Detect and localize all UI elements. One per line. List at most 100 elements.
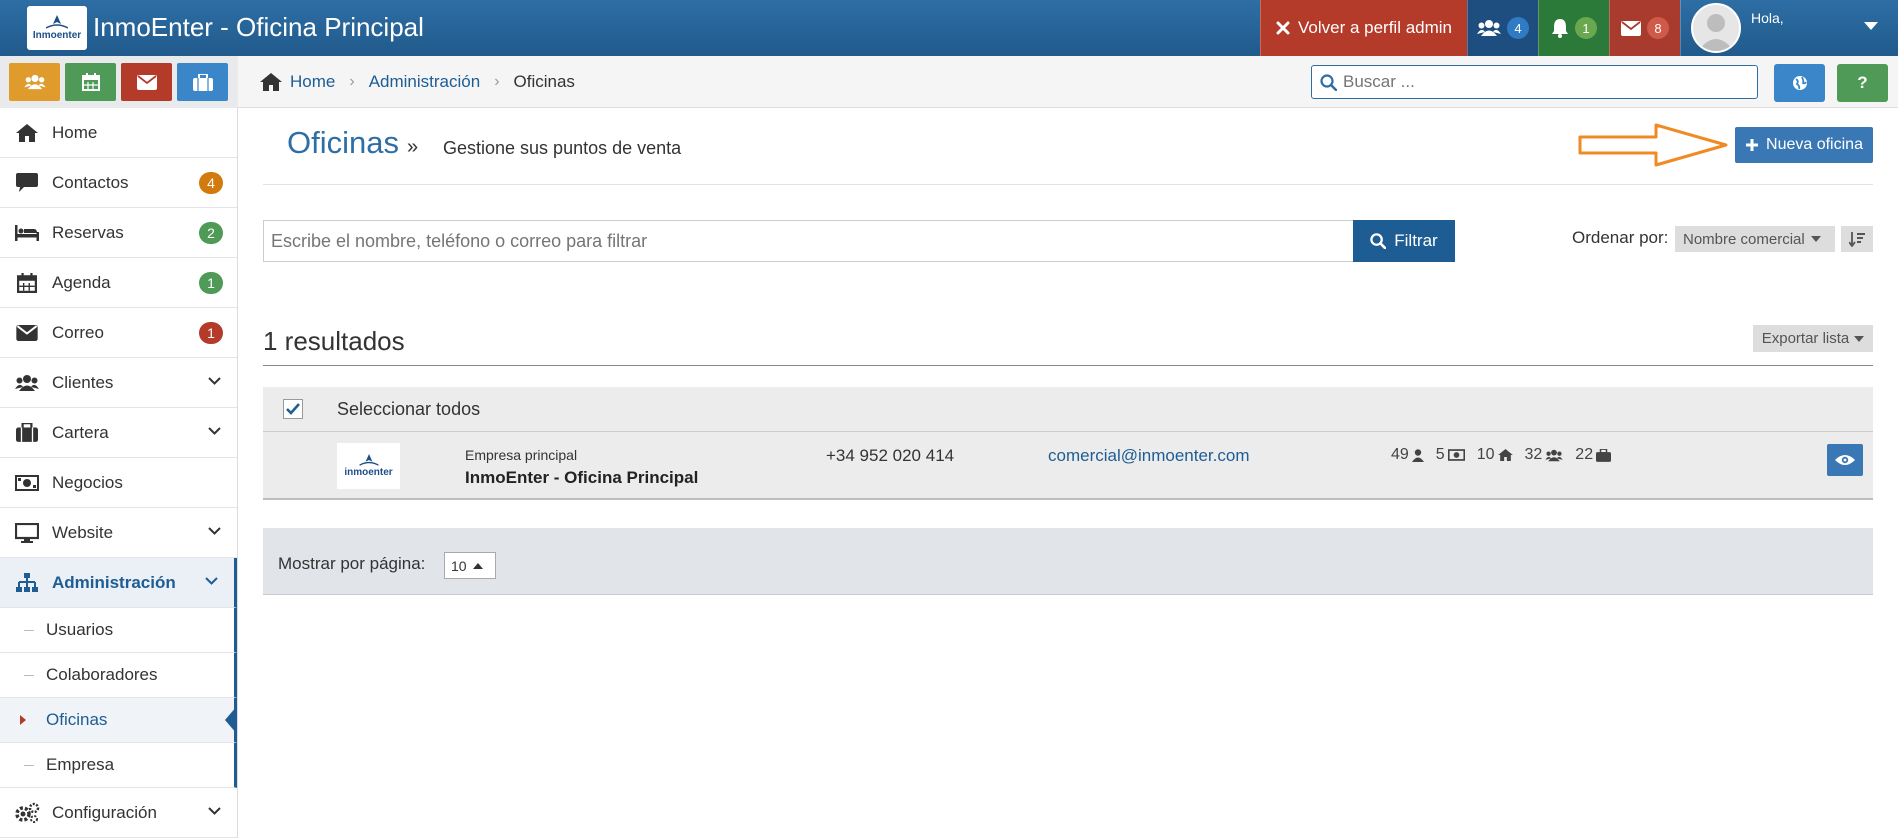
caret-down-icon <box>1854 335 1865 342</box>
briefcase-icon <box>192 73 213 91</box>
chevron-down-icon <box>208 527 221 535</box>
sidebar-item-agenda[interactable]: Agenda 1 <box>0 258 237 308</box>
quick-mail-button[interactable] <box>121 63 172 101</box>
office-logo: inmoenter <box>337 443 400 489</box>
language-button[interactable] <box>1774 64 1825 102</box>
help-button[interactable]: ? <box>1837 64 1888 102</box>
quick-portfolio-button[interactable] <box>177 63 228 101</box>
logo-mark-icon <box>358 454 379 466</box>
logo-text: Inmoenter <box>32 30 82 41</box>
breadcrumb: Home › Administración › Oficinas <box>260 72 575 92</box>
office-logo-text: inmoenter <box>344 467 393 478</box>
sidebar-item-settings[interactable]: Configuración <box>0 788 237 838</box>
back-to-admin-label: Volver a perfil admin <box>1297 18 1453 37</box>
sidebar-subitem-label: Usuarios <box>46 620 114 639</box>
stat-money: 5 <box>1436 446 1465 464</box>
title-separator: » <box>407 136 419 158</box>
stat-homes-value: 10 <box>1476 446 1495 463</box>
envelope-icon <box>136 74 157 90</box>
sitemap-icon <box>16 572 38 592</box>
stat-money-value: 5 <box>1435 446 1445 463</box>
logo-mark-icon <box>46 15 68 29</box>
top-bar: Inmoenter InmoEnter - Oficina Principal … <box>0 0 1898 56</box>
desktop-icon <box>15 522 39 543</box>
sidebar-item-home[interactable]: Home <box>0 108 237 158</box>
new-office-button[interactable]: Nueva oficina <box>1735 127 1873 163</box>
sort-amount-icon <box>1849 232 1865 247</box>
chevron-down-icon <box>208 377 221 385</box>
caret-up-icon <box>472 562 483 569</box>
breadcrumb-bar: Home › Administración › Oficinas ? <box>238 56 1898 108</box>
divider <box>263 365 1873 366</box>
users-notification-button[interactable]: 4 <box>1467 0 1538 56</box>
app-title: InmoEnter - Oficina Principal <box>93 12 424 42</box>
sidebar-item-clients[interactable]: Clientes <box>0 358 237 408</box>
caret-down-icon <box>1810 236 1821 242</box>
sidebar: Home Contactos 4 Reservas 2 Agenda 1 Cor… <box>0 108 238 838</box>
sidebar-item-reservations[interactable]: Reservas 2 <box>0 208 237 258</box>
quick-access-bar <box>0 56 238 108</box>
notifications-button[interactable]: 1 <box>1538 0 1609 56</box>
plus-icon <box>1746 139 1759 151</box>
search-icon <box>1320 73 1337 91</box>
briefcase-icon <box>16 423 38 442</box>
sidebar-item-label: Home <box>52 122 98 142</box>
check-icon <box>286 403 300 415</box>
sidebar-item-contacts[interactable]: Contactos 4 <box>0 158 237 208</box>
home-icon[interactable] <box>260 73 282 91</box>
office-email-link[interactable]: comercial@inmoenter.com <box>1048 446 1250 466</box>
per-page-select[interactable]: 10 <box>444 552 496 579</box>
app-logo[interactable]: Inmoenter <box>27 6 87 50</box>
table-row[interactable]: inmoenter Empresa principal InmoEnter - … <box>263 432 1873 500</box>
quick-calendar-button[interactable] <box>65 63 116 101</box>
sidebar-subitem-users[interactable]: Usuarios <box>0 608 237 653</box>
reservations-count-badge: 2 <box>199 222 223 244</box>
bell-icon <box>1552 19 1568 38</box>
avatar <box>1691 3 1741 53</box>
sidebar-item-website[interactable]: Website <box>0 508 237 558</box>
global-search[interactable] <box>1311 65 1758 99</box>
sidebar-item-portfolio[interactable]: Cartera <box>0 408 237 458</box>
calendar-icon <box>81 73 100 91</box>
filter-input[interactable] <box>263 220 1354 262</box>
sidebar-subitem-company[interactable]: Empresa <box>0 743 237 788</box>
order-by-select[interactable]: Nombre comercial <box>1675 226 1835 252</box>
mail-count-badge: 1 <box>199 322 223 344</box>
gears-icon <box>15 802 40 823</box>
comment-icon <box>16 173 38 192</box>
eye-icon <box>1835 455 1855 465</box>
sidebar-subitem-collaborators[interactable]: Colaboradores <box>0 653 237 698</box>
breadcrumb-current: Oficinas <box>513 72 575 91</box>
breadcrumb-admin-link[interactable]: Administración <box>369 72 481 92</box>
sidebar-item-deals[interactable]: Negocios <box>0 458 237 508</box>
page-title: Oficinas <box>287 125 399 160</box>
stat-groups-value: 32 <box>1524 446 1543 463</box>
users-icon <box>1545 449 1563 461</box>
quick-contacts-button[interactable] <box>9 63 60 101</box>
active-marker-icon <box>20 715 26 725</box>
order-by-label: Ordenar por: <box>1572 228 1669 247</box>
breadcrumb-separator: › <box>349 73 355 90</box>
messages-button[interactable]: 8 <box>1609 0 1680 56</box>
breadcrumb-separator: › <box>494 73 500 90</box>
user-menu[interactable]: Hola, <box>1680 0 1898 56</box>
sidebar-item-mail[interactable]: Correo 1 <box>0 308 237 358</box>
home-icon <box>1497 449 1513 461</box>
caret-down-icon[interactable] <box>1864 22 1878 31</box>
users-icon <box>15 374 39 391</box>
sidebar-item-administration[interactable]: Administración <box>0 558 237 608</box>
money-icon <box>15 474 39 491</box>
filter-button[interactable]: Filtrar <box>1353 220 1455 262</box>
results-count: 1 resultados <box>263 326 405 356</box>
export-list-button[interactable]: Exportar lista <box>1753 325 1873 352</box>
breadcrumb-home-link[interactable]: Home <box>290 72 335 92</box>
sort-direction-button[interactable] <box>1841 226 1873 252</box>
search-input[interactable] <box>1343 72 1743 92</box>
select-all-checkbox[interactable] <box>283 399 303 419</box>
office-name[interactable]: InmoEnter - Oficina Principal <box>465 468 698 488</box>
sidebar-subitem-offices[interactable]: Oficinas <box>0 698 237 743</box>
view-office-button[interactable] <box>1827 444 1863 476</box>
back-to-admin-button[interactable]: Volver a perfil admin <box>1260 0 1467 56</box>
user-icon <box>1411 448 1424 462</box>
users-icon <box>1477 20 1501 36</box>
